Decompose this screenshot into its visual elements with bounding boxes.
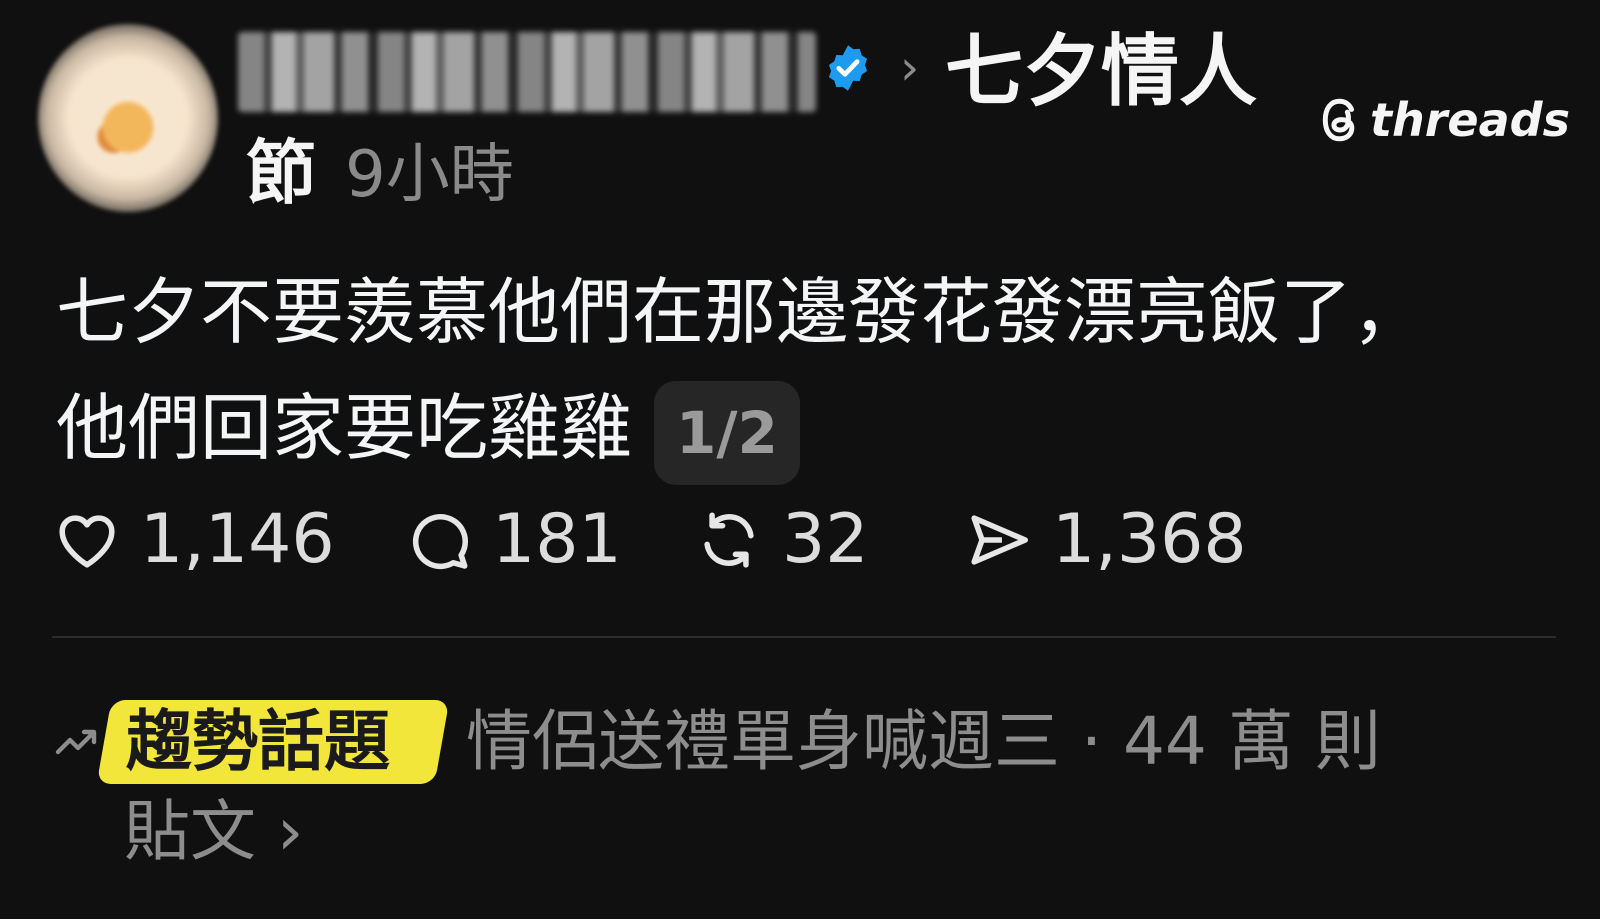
verified-badge-icon: [828, 45, 868, 91]
post-body: 七夕不要羨慕他們在那邊發花發漂亮飯了，他們回家要吃雞雞 1/2: [56, 254, 1476, 486]
threads-logo-icon: [1322, 98, 1355, 142]
share-button[interactable]: 1,368: [964, 500, 1247, 580]
heart-icon: [59, 515, 115, 568]
like-count: 1,146: [140, 500, 335, 579]
repost-icon: [704, 512, 754, 568]
divider: [52, 636, 1556, 638]
username-blurred[interactable]: [238, 32, 816, 112]
avatar[interactable]: [38, 24, 218, 212]
share-count: 1,368: [1052, 500, 1247, 579]
repost-count: 32: [782, 500, 869, 579]
comment-icon: [412, 513, 468, 570]
trending-posts-label: 貼文: [124, 793, 256, 870]
trending-tag-label[interactable]: 趨勢話題: [126, 700, 390, 784]
repost-button[interactable]: 32: [694, 500, 964, 580]
chevron-right-icon: ›: [276, 793, 304, 870]
topic-title[interactable]: 七夕情人: [945, 24, 1257, 120]
trending-topic-text-continued[interactable]: 貼文 ›: [124, 790, 303, 874]
topic-title-continued[interactable]: 節: [246, 128, 316, 218]
action-bar: 1,146 181 32 1,368: [52, 500, 1247, 580]
threads-post-card: huangjiu_bread › 七夕情人 節 9小時 threads 七夕不要…: [0, 0, 1600, 919]
page-indicator-badge[interactable]: 1/2: [654, 381, 800, 486]
threads-logo: threads: [1318, 92, 1570, 148]
reply-count: 181: [492, 500, 622, 579]
threads-wordmark: threads: [1370, 93, 1570, 147]
chevron-right-icon: ›: [900, 40, 920, 96]
trending-topic-text[interactable]: 情侶送禮單身喊週三 · 44 萬 則: [466, 700, 1381, 784]
trending-icon: [55, 729, 97, 755]
like-button[interactable]: 1,146: [52, 500, 404, 580]
reply-button[interactable]: 181: [404, 500, 694, 580]
post-timestamp: 9小時: [345, 138, 514, 212]
share-icon: [971, 515, 1029, 565]
